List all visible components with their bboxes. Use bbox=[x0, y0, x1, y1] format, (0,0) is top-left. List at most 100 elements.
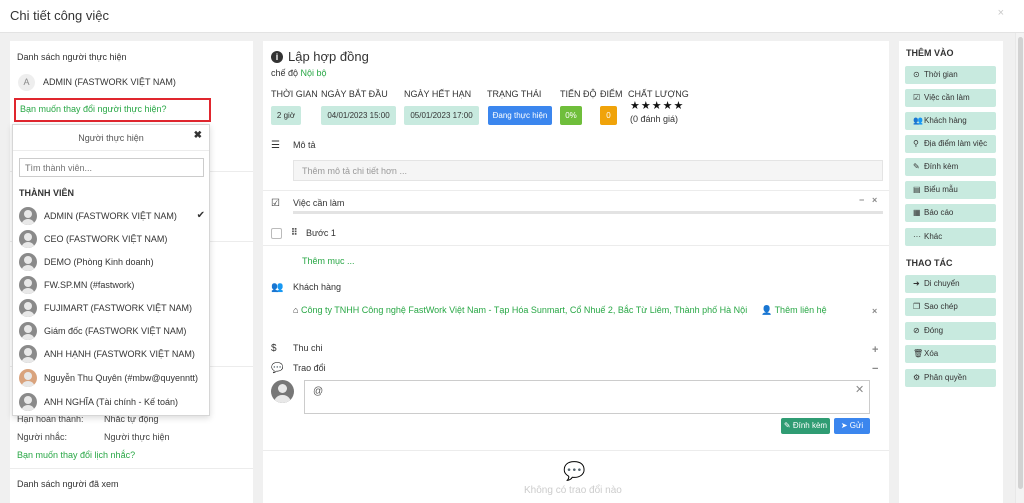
contact-icon: 👤 bbox=[761, 305, 773, 315]
window-header: Chi tiết công việc × bbox=[0, 0, 1024, 33]
ellipsis-icon: ··· bbox=[913, 232, 921, 241]
dollar-icon: $ bbox=[271, 343, 277, 354]
home-icon: ⌂ bbox=[293, 305, 299, 315]
member-item[interactable]: CEO (FASTWORK VIỆT NAM) bbox=[19, 229, 207, 251]
progress-badge[interactable]: 0% bbox=[560, 106, 582, 125]
todo-progress-bar bbox=[293, 211, 883, 214]
scrollbar[interactable] bbox=[1015, 33, 1024, 503]
add-other-button[interactable]: ··· Khác bbox=[905, 228, 996, 246]
move-button[interactable]: ➜ Di chuyển bbox=[905, 275, 996, 293]
add-todo-button[interactable]: ☑ Việc cần làm bbox=[905, 89, 996, 107]
member-item[interactable]: FW.SP.MN (#fastwork) bbox=[19, 275, 207, 297]
add-customer-label: Khách hàng bbox=[924, 116, 967, 125]
step-label[interactable]: Bước 1 bbox=[306, 228, 336, 238]
send-button[interactable]: ➤ Gửi bbox=[834, 418, 870, 434]
add-customer-button[interactable]: 👥Khách hàng bbox=[905, 112, 996, 130]
collapse-icon[interactable]: − bbox=[872, 363, 878, 375]
member-item[interactable]: DEMO (Phòng Kinh doanh) bbox=[19, 252, 207, 274]
trash-icon: 🗑 bbox=[913, 349, 924, 358]
mode-label: chế độ bbox=[271, 68, 299, 78]
avatar: A bbox=[18, 74, 35, 91]
end-date[interactable]: 05/01/2023 17:00 bbox=[404, 106, 479, 125]
delete-button[interactable]: 🗑Xóa bbox=[905, 345, 996, 363]
viewed-title: Danh sách người đã xem bbox=[17, 479, 119, 489]
task-title: i Lập hợp đồng bbox=[271, 49, 369, 64]
status-badge[interactable]: Đang thực hiện bbox=[488, 106, 552, 125]
add-form-button[interactable]: ▤ Biểu mẫu bbox=[905, 181, 996, 199]
reminder-label: Người nhắc: bbox=[17, 432, 67, 442]
member-item[interactable]: ANH NGHĨA (Tài chính - Kế toán) bbox=[19, 392, 207, 414]
star-rating[interactable]: ★★★★★ bbox=[630, 99, 684, 112]
report-icon: ▦ bbox=[913, 208, 921, 217]
add-item-link[interactable]: Thêm mục ... bbox=[302, 256, 355, 266]
avatar bbox=[271, 380, 294, 403]
customers-section: 👥 Khách hàng bbox=[271, 282, 341, 293]
info-icon: i bbox=[271, 51, 283, 63]
add-location-button[interactable]: ⚲ Địa điểm làm việc bbox=[905, 135, 996, 153]
add-todo-label: Việc cần làm bbox=[924, 93, 970, 102]
divider bbox=[10, 468, 253, 469]
member-item[interactable]: ANH HẠNH (FASTWORK VIỆT NAM) bbox=[19, 344, 207, 366]
comment-input[interactable]: @ bbox=[304, 380, 870, 414]
end-header: NGÀY HẾT HẠN bbox=[404, 89, 472, 99]
member-item[interactable]: FUJIMART (FASTWORK VIỆT NAM) bbox=[19, 298, 207, 320]
task-detail-panel: i Lập hợp đồng chế độ Nội bộ THỜI GIAN NG… bbox=[263, 41, 889, 503]
member-item[interactable]: Nguyễn Thu Quyên (#mbw@quyenntt) bbox=[19, 368, 207, 390]
member-name: DEMO (Phòng Kinh doanh) bbox=[44, 257, 154, 267]
step-checkbox[interactable] bbox=[271, 228, 282, 239]
change-reminder-link[interactable]: Bạn muốn thay đổi lịch nhắc? bbox=[17, 450, 135, 460]
collapse-icon[interactable]: − bbox=[859, 195, 864, 205]
close-icon[interactable]: × bbox=[872, 195, 877, 205]
add-attachment-label: Đính kèm bbox=[924, 162, 959, 171]
comments-icon: 💬 bbox=[271, 363, 284, 374]
add-form-label: Biểu mẫu bbox=[924, 185, 958, 194]
drag-handle-icon[interactable]: ⠿ bbox=[291, 227, 298, 238]
permissions-label: Phân quyền bbox=[924, 373, 967, 382]
todo-icon: ☑ bbox=[271, 198, 280, 209]
customer-link[interactable]: ⌂ Công ty TNHH Công nghệ FastWork Việt N… bbox=[293, 305, 747, 315]
task-title-text: Lập hợp đồng bbox=[288, 49, 369, 64]
member-name: ADMIN (FASTWORK VIỆT NAM) bbox=[44, 211, 177, 221]
member-group-label: THÀNH VIÊN bbox=[19, 188, 75, 198]
add-time-button[interactable]: ⊙ Thời gian bbox=[905, 66, 996, 84]
close-icon[interactable]: × bbox=[998, 7, 1004, 19]
member-search-input[interactable] bbox=[19, 158, 204, 177]
add-icon[interactable]: + bbox=[872, 344, 878, 356]
todo-icon: ☑ bbox=[913, 93, 921, 102]
ban-icon: ⊘ bbox=[913, 326, 920, 335]
close-icon[interactable]: ✖ bbox=[194, 130, 202, 141]
avatar bbox=[19, 322, 37, 340]
customers-icon: 👥 bbox=[913, 116, 923, 125]
remove-customer-icon[interactable]: × bbox=[872, 306, 877, 316]
member-name: Nguyễn Thu Quyên (#mbw@quyenntt) bbox=[44, 373, 199, 383]
time-value[interactable]: 2 giờ bbox=[271, 106, 301, 125]
start-date[interactable]: 04/01/2023 15:00 bbox=[321, 106, 396, 125]
member-name: FUJIMART (FASTWORK VIỆT NAM) bbox=[44, 303, 193, 313]
score-badge[interactable]: 0 bbox=[600, 106, 617, 125]
send-icon: ➤ bbox=[840, 421, 848, 430]
avatar bbox=[19, 345, 37, 363]
permissions-button[interactable]: ⚙ Phân quyền bbox=[905, 369, 996, 387]
member-item[interactable]: Giám đốc (FASTWORK VIỆT NAM) bbox=[19, 321, 207, 343]
member-name: Giám đốc (FASTWORK VIỆT NAM) bbox=[44, 326, 187, 336]
empty-comments-text: Không có trao đổi nào bbox=[524, 485, 622, 496]
mode-value[interactable]: Nội bộ bbox=[301, 68, 327, 78]
change-assignee-link[interactable]: Bạn muốn thay đổi người thực hiện? bbox=[14, 98, 211, 122]
copy-button[interactable]: ❐ Sao chép bbox=[905, 298, 996, 316]
add-contact-label[interactable]: Thêm liên hệ bbox=[775, 305, 827, 315]
member-item[interactable]: ADMIN (FASTWORK VIỆT NAM) ✔ bbox=[19, 206, 207, 228]
window-title: Chi tiết công việc bbox=[10, 8, 109, 23]
clear-comment-icon[interactable]: ✕ bbox=[855, 383, 864, 396]
close-task-button[interactable]: ⊘ Đóng bbox=[905, 322, 996, 340]
customer-name[interactable]: Công ty TNHH Công nghệ FastWork Việt Nam… bbox=[301, 305, 747, 315]
finance-section: $ Thu chi bbox=[271, 343, 323, 354]
add-report-button[interactable]: ▦ Báo cáo bbox=[905, 204, 996, 222]
description-input[interactable]: Thêm mô tả chi tiết hơn ... bbox=[293, 160, 883, 181]
scrollbar-thumb[interactable] bbox=[1018, 37, 1023, 489]
action-section-title: THAO TÁC bbox=[906, 258, 953, 268]
attach-button[interactable]: ✎ Đính kèm bbox=[781, 418, 830, 434]
add-report-label: Báo cáo bbox=[924, 208, 954, 217]
add-contact-link[interactable]: 👤 Thêm liên hệ bbox=[761, 305, 827, 316]
member-name: CEO (FASTWORK VIỆT NAM) bbox=[44, 234, 168, 244]
add-attachment-button[interactable]: ✎ Đính kèm bbox=[905, 158, 996, 176]
